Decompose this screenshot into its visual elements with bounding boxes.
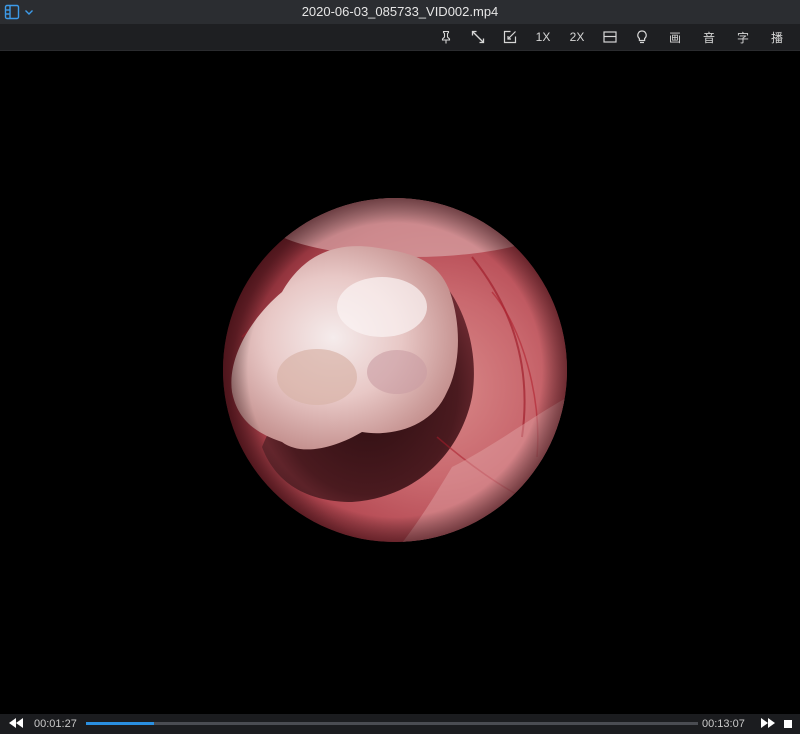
speed-1x-button[interactable]: 1X	[526, 24, 560, 50]
speed-2x-button[interactable]: 2X	[560, 24, 594, 50]
audio-button[interactable]: 音	[692, 24, 726, 50]
playlist-menu-button[interactable]	[4, 2, 34, 22]
window-mode-button[interactable]	[594, 24, 626, 50]
rewind-icon	[9, 715, 23, 733]
stop-icon	[784, 715, 792, 733]
window-title: 2020-06-03_085733_VID002.mp4	[301, 4, 499, 19]
total-time: 00:13:07	[702, 718, 745, 730]
pin-button[interactable]	[430, 24, 462, 50]
current-time: 00:01:27	[34, 718, 77, 730]
edit-box-button[interactable]	[494, 24, 526, 50]
seek-bar[interactable]	[86, 722, 698, 725]
playback-button[interactable]: 播	[760, 24, 794, 50]
endoscopic-video-image	[223, 198, 567, 542]
fast-forward-icon	[761, 715, 775, 733]
subtitle-button[interactable]: 字	[726, 24, 760, 50]
fullscreen-icon	[470, 29, 486, 45]
title-bar: 2020-06-03_085733_VID002.mp4	[0, 0, 800, 24]
toolbar: 1X 2X 画 音 字 播	[0, 24, 800, 51]
media-player-window: 2020-06-03_085733_VID002.mp4 1X 2X 画 音 字…	[0, 0, 800, 734]
window-icon	[602, 29, 618, 45]
pin-icon	[439, 30, 453, 44]
chevron-down-icon	[24, 7, 34, 17]
stop-button[interactable]	[780, 714, 796, 734]
picture-button[interactable]: 画	[658, 24, 692, 50]
fast-forward-button[interactable]	[758, 714, 778, 734]
fullscreen-button[interactable]	[462, 24, 494, 50]
edit-box-icon	[502, 29, 518, 45]
light-button[interactable]	[626, 24, 658, 50]
playlist-icon	[4, 4, 20, 20]
rewind-button[interactable]	[6, 714, 26, 734]
seek-bar-progress	[86, 722, 154, 725]
toolbar-buttons: 1X 2X 画 音 字 播	[430, 24, 794, 50]
video-frame[interactable]	[0, 51, 800, 714]
playback-controls: 00:01:27 00:13:07	[0, 714, 800, 734]
lightbulb-icon	[635, 29, 649, 45]
